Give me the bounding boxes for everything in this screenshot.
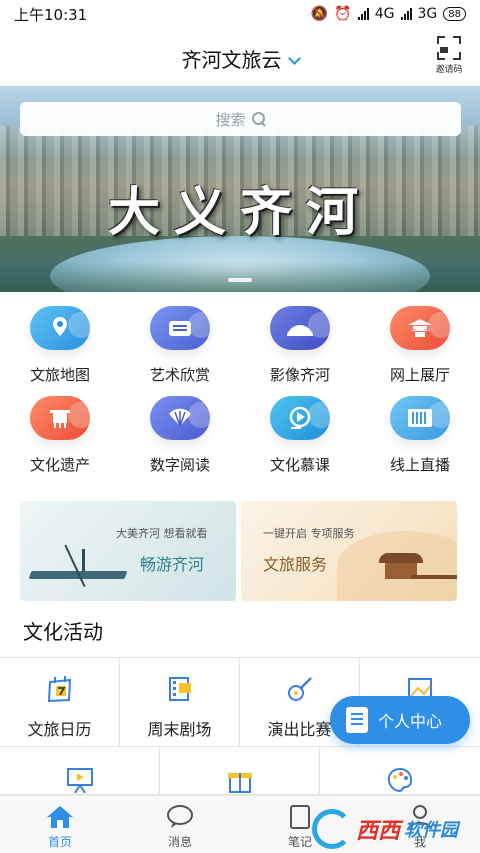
invite-code-label: 邀请码 — [435, 65, 463, 75]
tab-home[interactable]: 首页 — [0, 796, 120, 853]
video-course-icon — [270, 396, 334, 440]
status-time: 上午10:31 — [14, 5, 88, 24]
search-placeholder: 搜索 — [215, 110, 246, 129]
section-title: 文化活动 — [23, 620, 103, 644]
page-title: 齐河文旅云 — [181, 48, 282, 72]
signal-icon-2 — [400, 8, 412, 20]
bronze-vessel-icon — [30, 396, 94, 440]
promo-title: 畅游齐河 — [140, 555, 205, 574]
activity-label: 周末剧场 — [147, 720, 212, 739]
gift-icon — [223, 763, 257, 797]
network-label-1: 4G — [374, 6, 395, 22]
grid-label: 数字阅读 — [149, 456, 210, 474]
grid-item-imagery[interactable]: 影像齐河 — [240, 300, 360, 390]
guitar-icon — [283, 672, 317, 706]
grid-item-live[interactable]: 线上直播 — [360, 390, 480, 480]
grid-item-mooc[interactable]: 文化慕课 — [240, 390, 360, 480]
grid-label: 文旅地图 — [29, 366, 90, 384]
scan-icon — [437, 36, 461, 60]
banner-slogan: 大义齐河 — [107, 182, 372, 243]
search-input[interactable]: 搜索 — [20, 102, 461, 136]
grid-label: 线上直播 — [389, 456, 450, 474]
network-label-2: 3G — [417, 6, 438, 22]
tab-messages[interactable]: 消息 — [120, 796, 240, 853]
activity-label: 文旅日历 — [27, 720, 92, 739]
watermark-sub: 软件园 — [404, 820, 459, 841]
activity-gift[interactable] — [160, 747, 320, 797]
mountain-icon — [270, 306, 334, 350]
hero-banner[interactable]: 大义齐河 搜索 — [0, 86, 480, 292]
status-icons: 🔕 ⏰ 4G 3G 88 — [311, 6, 466, 22]
personal-center-label: 个人中心 — [378, 712, 443, 731]
signal-icon — [357, 8, 369, 20]
promo-subtitle: 一键开启 专项服务 — [263, 527, 355, 540]
activity-label: 演出比赛 — [267, 720, 332, 739]
activity-lecture[interactable] — [0, 747, 160, 797]
art-icon — [150, 306, 214, 350]
promo-subtitle: 大美齐河 想看就看 — [116, 527, 208, 540]
watermark-logo: 西西 软件园 — [312, 808, 472, 850]
note-icon — [290, 805, 310, 829]
grid-label: 影像齐河 — [269, 366, 330, 384]
tab-label: 笔记 — [287, 835, 312, 849]
watermark-brand: 西西 — [356, 819, 401, 844]
tab-label: 消息 — [167, 835, 192, 849]
grid-label: 文化慕课 — [269, 456, 330, 474]
grid-item-map[interactable]: 文旅地图 — [0, 300, 120, 390]
document-icon — [346, 707, 368, 733]
palette-icon — [383, 763, 417, 797]
pavilion-icon — [390, 306, 454, 350]
fan-icon — [150, 396, 214, 440]
app-header: 齐河文旅云 邀请码 — [0, 28, 480, 86]
grid-label: 文化遗产 — [29, 456, 90, 474]
status-bar: 上午10:31 🔕 ⏰ 4G 3G 88 — [0, 0, 480, 28]
grid-label: 网上展厅 — [389, 366, 450, 384]
boatman-illustration — [82, 549, 85, 571]
search-icon — [251, 112, 266, 126]
grid-item-reading[interactable]: 数字阅读 — [120, 390, 240, 480]
grid-item-art[interactable]: 艺术欣赏 — [120, 300, 240, 390]
calendar-icon — [43, 672, 77, 706]
grid-item-heritage[interactable]: 文化遗产 — [0, 390, 120, 480]
promo-card-service[interactable]: 一键开启 专项服务 文旅服务 — [241, 501, 457, 601]
tab-label: 首页 — [47, 835, 72, 849]
grid-label: 艺术欣赏 — [149, 366, 210, 384]
activity-calendar[interactable]: 文旅日历 — [0, 658, 120, 746]
watermark-c-icon — [312, 809, 352, 849]
personal-center-button[interactable]: 个人中心 — [330, 696, 470, 744]
promo-title: 文旅服务 — [263, 555, 328, 574]
film-icon — [163, 672, 197, 706]
activity-theater[interactable]: 周末剧场 — [120, 658, 240, 746]
presentation-icon — [63, 763, 97, 797]
chevron-down-icon — [287, 52, 301, 65]
grid-item-exhibition[interactable]: 网上展厅 — [360, 300, 480, 390]
battery-icon: 88 — [443, 7, 466, 21]
map-pin-icon — [30, 306, 94, 350]
carousel-indicator[interactable] — [228, 278, 252, 282]
feature-grid: 文旅地图 艺术欣赏 影像齐河 网上展厅 文化遗产 数字阅读 文化慕课 线上直播 — [0, 300, 480, 480]
alarm-icon: ⏰ — [334, 6, 352, 22]
promo-card-tour[interactable]: 大美齐河 想看就看 畅游齐河 — [20, 501, 236, 601]
home-icon — [47, 806, 73, 828]
activities-grid-row2 — [0, 747, 480, 797]
city-selector[interactable]: 齐河文旅云 — [0, 44, 480, 73]
live-icon — [390, 396, 454, 440]
mute-icon: 🔕 — [310, 6, 329, 22]
activity-painting[interactable] — [320, 747, 480, 797]
pavilion-illustration — [379, 553, 423, 563]
invite-code-button[interactable]: 邀请码 — [432, 36, 466, 75]
message-icon — [167, 805, 193, 828]
